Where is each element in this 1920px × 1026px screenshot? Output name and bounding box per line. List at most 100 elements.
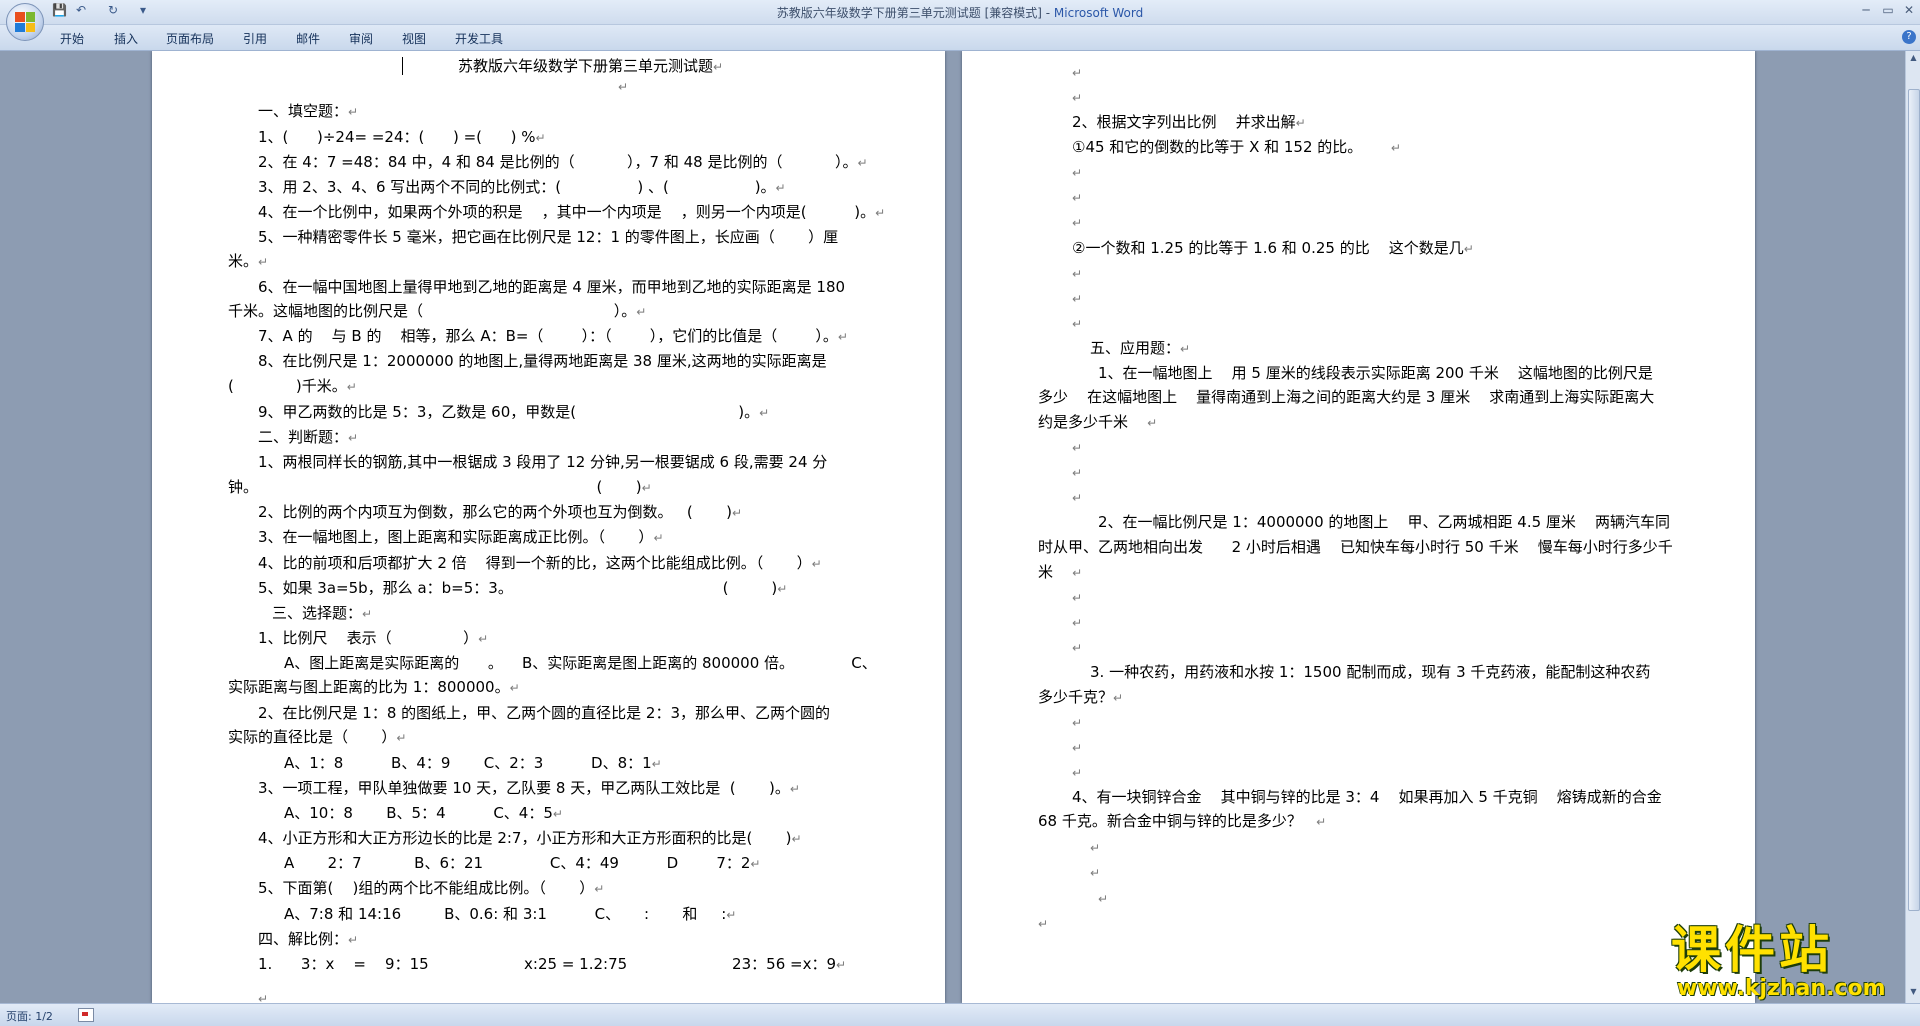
paragraph-mark-icon: ↵ — [857, 156, 868, 170]
paragraph-mark-icon: ↵ — [535, 131, 546, 145]
paragraph-mark-icon: ↵ — [1072, 66, 1083, 80]
scroll-up-icon[interactable]: ▲ — [1908, 53, 1919, 65]
page-2-line: ↵ — [1072, 88, 1082, 107]
page-1-line: 6、在一幅中国地图上量得甲地到乙地的距离是 4 厘米，而甲地到乙地的实际距离是 … — [258, 278, 846, 296]
tab-review[interactable]: 审阅 — [349, 30, 373, 47]
tab-page-layout[interactable]: 页面布局 — [166, 30, 214, 47]
paragraph-mark-icon: ↵ — [618, 80, 629, 94]
paragraph-mark-icon: ↵ — [258, 992, 269, 1003]
page-1-line: 3、一项工程，甲队单独做要 10 天，乙队要 8 天，甲乙两队工效比是 ( )。… — [258, 779, 800, 797]
scroll-thumb[interactable] — [1908, 89, 1920, 911]
page-1-line: ↵ — [618, 77, 628, 96]
paragraph-mark-icon: ↵ — [1072, 766, 1083, 780]
paragraph-mark-icon: ↵ — [346, 380, 357, 394]
paragraph-mark-icon: ↵ — [1072, 716, 1083, 730]
office-logo-quadrant — [15, 12, 25, 22]
maximize-button[interactable]: ▭ — [1877, 3, 1899, 17]
paragraph-mark-icon: ↵ — [1072, 91, 1083, 105]
page-1-line: 7、A 的 与 B 的 相等，那么 A：B=（ ）：（ ），它们的比值是（ ）。… — [258, 327, 848, 345]
page-1-line: 苏教版六年级数学下册第三单元测试题↵ — [458, 57, 724, 75]
paragraph-mark-icon: ↵ — [726, 908, 737, 922]
page-1-line: A 2：7 B、6：21 C、4：49 D 7：2↵ — [284, 854, 761, 872]
vertical-scrollbar[interactable]: ▲ ▼ — [1905, 51, 1920, 1003]
paragraph-mark-icon: ↵ — [1072, 591, 1083, 605]
tab-view[interactable]: 视图 — [402, 30, 426, 47]
paragraph-mark-icon: ↵ — [258, 255, 269, 269]
page-2-line: 约是多少千米 ↵ — [1038, 413, 1158, 431]
page-1-line: 实际距离与图上距离的比为 1：800000。↵ — [228, 678, 520, 696]
app-name: Microsoft Word — [1053, 6, 1144, 20]
paragraph-mark-icon: ↵ — [713, 60, 724, 74]
watermark: 课件站 www.kjzhan.com — [1665, 924, 1905, 1004]
tab-references[interactable]: 引用 — [243, 30, 267, 47]
page-1-line: 千米。这幅地图的比例尺是（ ）。↵ — [228, 302, 647, 320]
paragraph-mark-icon: ↵ — [1295, 116, 1306, 130]
paragraph-mark-icon: ↵ — [1072, 267, 1083, 281]
paragraph-mark-icon: ↵ — [1072, 466, 1083, 480]
paragraph-mark-icon: ↵ — [1180, 342, 1191, 356]
paragraph-mark-icon: ↵ — [641, 481, 652, 495]
paragraph-mark-icon: ↵ — [1316, 815, 1327, 829]
page-indicator[interactable]: 页面: 1/2 — [6, 1008, 53, 1024]
paragraph-mark-icon: ↵ — [1072, 566, 1083, 580]
page-1[interactable]: 苏教版六年级数学下册第三单元测试题↵ ↵ 一、填空题：↵ 1、( )÷24= =24：… — [152, 51, 945, 1003]
page-2-line: ↵ — [1072, 438, 1082, 457]
page-2-line: 多少千克？↵ — [1038, 688, 1124, 706]
page-2-line: ↵ — [1072, 63, 1082, 82]
paragraph-mark-icon: ↵ — [362, 607, 373, 621]
page-1-line: 1、两根同样长的钢筋,其中一根锯成 3 段用了 12 分钟,另一根要锯成 6 段… — [258, 453, 828, 471]
page-2-line: ↵ — [1072, 763, 1082, 782]
page-1-line: 三、选择题：↵ — [272, 604, 373, 622]
paragraph-mark-icon: ↵ — [651, 757, 662, 771]
page-2-line: 时从甲、乙两地相向出发 2 小时后相遇 已知快车每小时行 50 千米 慢车每小时… — [1038, 538, 1673, 556]
page-2-line: 2、在一幅比例尺是 1：4000000 的地图上 甲、乙两城相距 4.5 厘米 … — [1098, 513, 1670, 531]
page-1-line: A、10：8 B、5：4 C、4：5↵ — [284, 804, 563, 822]
page-2-line: ↵ — [1072, 488, 1082, 507]
paragraph-mark-icon: ↵ — [1072, 641, 1083, 655]
paragraph-mark-icon: ↵ — [1072, 216, 1083, 230]
page-2-line: 米 ↵ — [1038, 563, 1083, 581]
office-logo-quadrant — [25, 22, 35, 32]
paragraph-mark-icon: ↵ — [750, 857, 761, 871]
tab-home[interactable]: 开始 — [60, 30, 84, 47]
page-1-line: 1. 3：x = 9：15 x:25 = 1.2:75 23：56 =x：9↵ — [258, 955, 847, 973]
tab-developer[interactable]: 开发工具 — [455, 30, 503, 47]
paragraph-mark-icon: ↵ — [1072, 491, 1083, 505]
page-2-line: ↵ — [1072, 188, 1082, 207]
page-2-line: 68 千克。新合金中铜与锌的比是多少？ ↵ — [1038, 812, 1327, 830]
page-2-line: 五、应用题：↵ — [1090, 339, 1191, 357]
office-button[interactable] — [6, 3, 44, 41]
paragraph-mark-icon: ↵ — [348, 933, 359, 947]
proofing-icon[interactable] — [78, 1008, 94, 1022]
page-1-line: 4、在一个比例中，如果两个外项的积是 ，其中一个内项是 ，则另一个内项是( )。… — [258, 203, 886, 221]
paragraph-mark-icon: ↵ — [811, 557, 822, 571]
close-button[interactable]: ✕ — [1898, 3, 1920, 17]
tab-insert[interactable]: 插入 — [114, 30, 138, 47]
tab-mailings[interactable]: 邮件 — [296, 30, 320, 47]
page-1-line: 1、( )÷24= =24：( ) =( ) %↵ — [258, 128, 546, 146]
page-2-line: ↵ — [1098, 889, 1108, 908]
paragraph-mark-icon: ↵ — [1147, 416, 1158, 430]
office-logo-icon — [15, 12, 35, 32]
page-2-line: 多少 在这幅地图上 量得南通到上海之间的距离大约是 3 厘米 求南通到上海实际距… — [1038, 388, 1655, 406]
page-2[interactable]: ↵ ↵ 2、根据文字列出比例 并求出解↵ ①45 和它的倒数的比等于 X 和 152 … — [962, 51, 1755, 1003]
watermark-url: www.kjzhan.com — [1677, 976, 1886, 1001]
paragraph-mark-icon: ↵ — [1090, 866, 1101, 880]
office-logo-quadrant — [15, 22, 25, 32]
page-1-line: 米。↵ — [228, 252, 269, 270]
window-title: 苏教版六年级数学下册第三单元测试题 [兼容模式] - Microsoft Wor… — [0, 4, 1920, 21]
page-2-line: 2、根据文字列出比例 并求出解↵ — [1072, 113, 1306, 131]
paragraph-mark-icon: ↵ — [348, 105, 359, 119]
page-1-line: 四、解比例：↵ — [258, 930, 359, 948]
title-bar: 💾 ↶ ↻ ▾ 苏教版六年级数学下册第三单元测试题 [兼容模式] - Micro… — [0, 0, 1920, 25]
page-1-line: 8、在比例尺是 1：2000000 的地图上,量得两地距离是 38 厘米,这两地… — [258, 352, 827, 370]
scroll-down-icon[interactable]: ▼ — [1908, 987, 1919, 999]
page-2-line: 1、在一幅地图上 用 5 厘米的线段表示实际距离 200 千米 这幅地图的比例尺… — [1098, 364, 1653, 382]
page-1-line: 4、比的前项和后项都扩大 2 倍 得到一个新的比，这两个比能组成比例。（ ）↵ — [258, 554, 822, 572]
paragraph-mark-icon: ↵ — [1038, 917, 1049, 931]
minimize-button[interactable]: ─ — [1855, 3, 1877, 17]
page-2-line: ↵ — [1072, 213, 1082, 232]
page-2-line: ↵ — [1090, 863, 1100, 882]
help-icon[interactable]: ? — [1902, 30, 1916, 44]
paragraph-mark-icon: ↵ — [1072, 616, 1083, 630]
